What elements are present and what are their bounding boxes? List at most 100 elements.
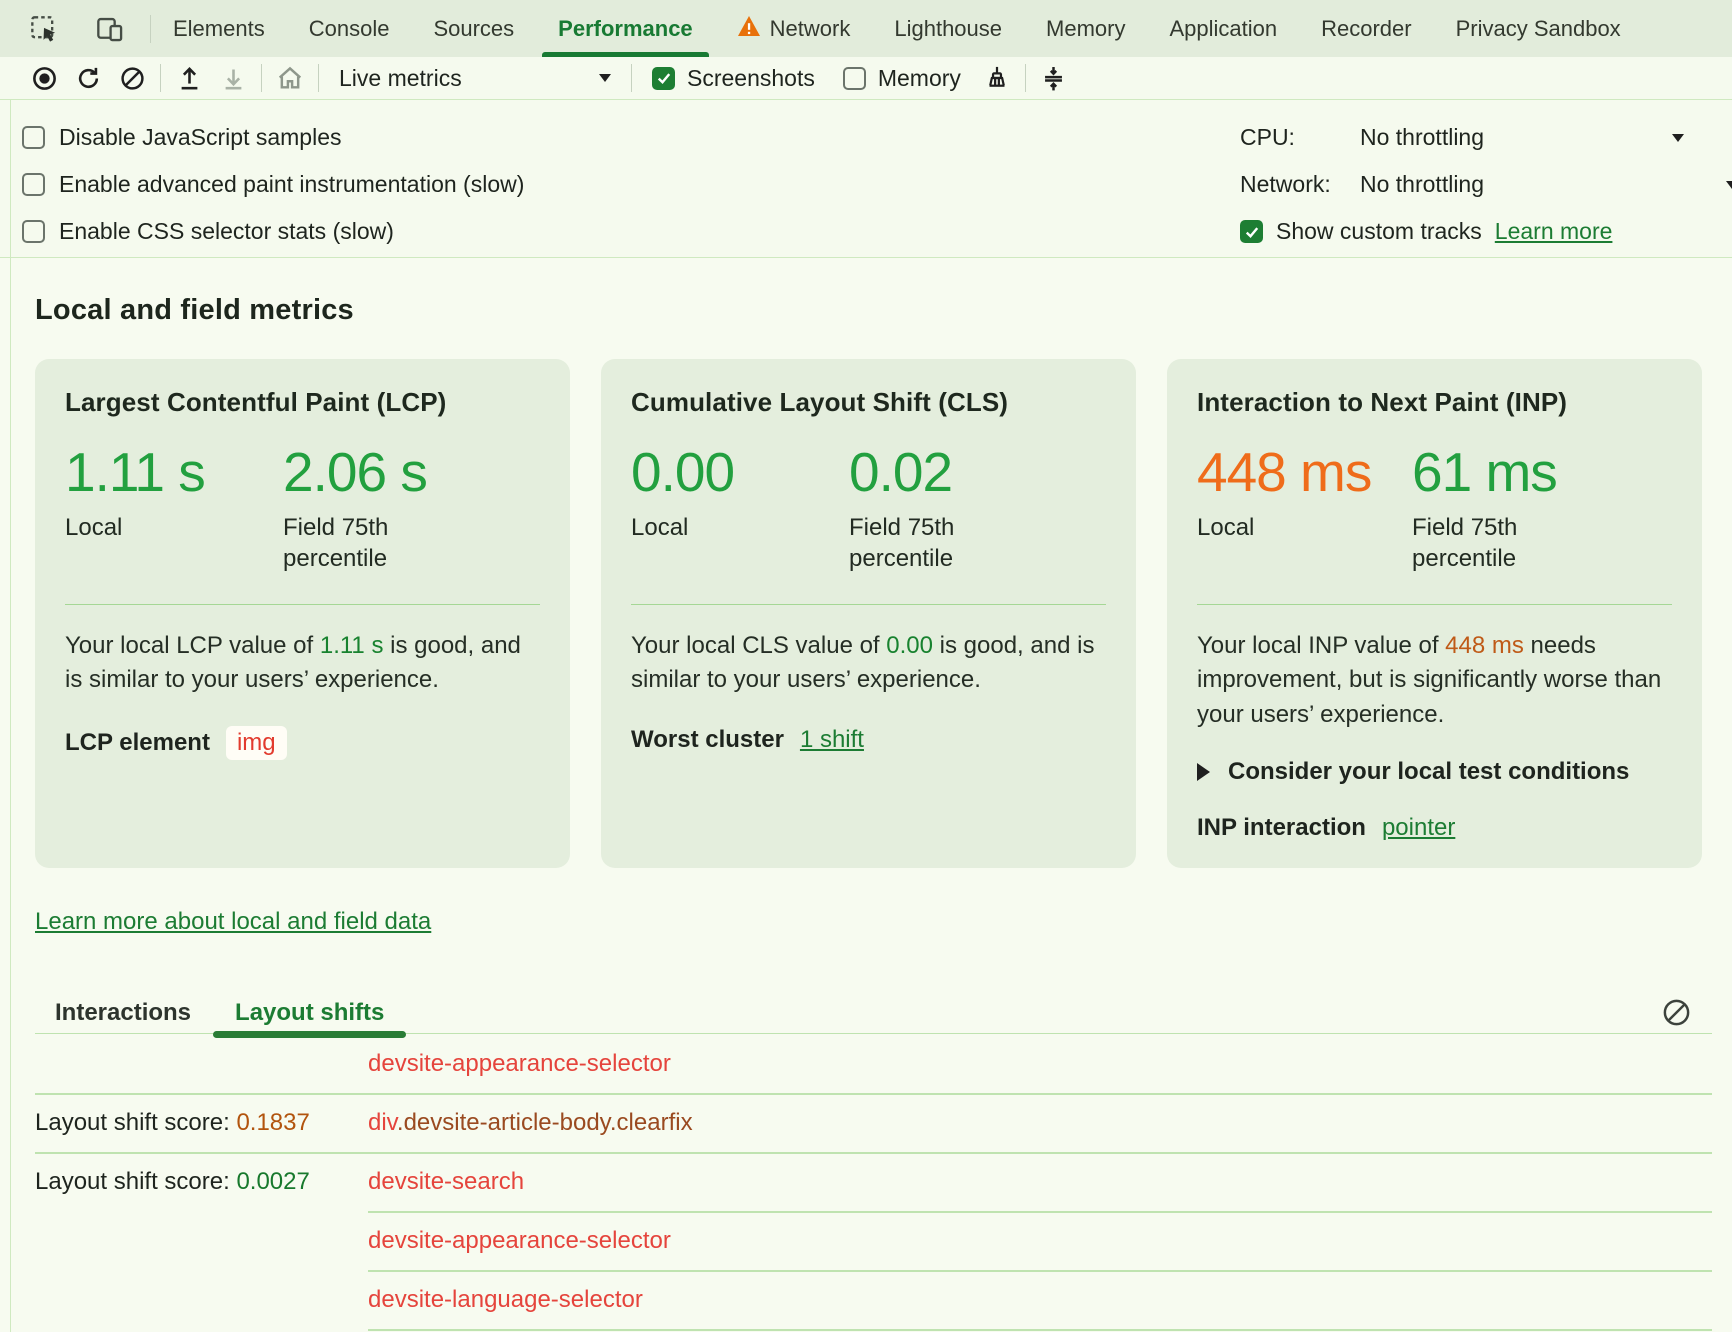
record-icon[interactable] — [22, 60, 66, 96]
chevron-down-icon — [1672, 134, 1684, 142]
clear-log-icon[interactable] — [1661, 997, 1692, 1028]
inp-card-title: Interaction to Next Paint (INP) — [1197, 387, 1672, 418]
divider — [1197, 604, 1672, 605]
divider — [160, 64, 161, 92]
screenshots-checkbox[interactable] — [652, 67, 675, 90]
shift-node-link[interactable]: devsite-search — [368, 1168, 1712, 1196]
lcp-description: Your local LCP value of 1.11 s is good, … — [65, 629, 540, 698]
row-separator — [368, 1329, 1712, 1331]
clear-icon[interactable] — [110, 60, 154, 96]
tab-elements[interactable]: Elements — [151, 0, 287, 57]
device-toolbar-icon[interactable] — [88, 11, 132, 47]
tab-memory[interactable]: Memory — [1024, 0, 1147, 57]
divider — [631, 604, 1106, 605]
cpu-label: CPU: — [1240, 124, 1360, 151]
tab-network[interactable]: Network — [715, 0, 873, 57]
network-label: Network: — [1240, 171, 1360, 198]
local-test-conditions-disclosure[interactable]: Consider your local test conditions — [1197, 758, 1672, 786]
memory-checkbox[interactable] — [843, 67, 866, 90]
divider — [65, 604, 540, 605]
inp-card: Interaction to Next Paint (INP) 448 ms L… — [1167, 359, 1702, 868]
inspect-element-icon[interactable] — [22, 11, 66, 47]
page-title: Local and field metrics — [35, 294, 1732, 327]
disable-js-label: Disable JavaScript samples — [59, 124, 342, 151]
divider — [1025, 64, 1026, 92]
inp-interaction-link[interactable]: pointer — [1382, 814, 1455, 842]
row-separator — [368, 1270, 1712, 1272]
lcp-local-value: 1.11 s — [65, 444, 283, 502]
cls-description: Your local CLS value of 0.00 is good, an… — [631, 629, 1106, 698]
show-custom-tracks-label: Show custom tracks — [1276, 218, 1482, 245]
lcp-card: Largest Contentful Paint (LCP) 1.11 s Lo… — [35, 359, 570, 868]
home-icon[interactable] — [268, 60, 312, 96]
inp-local-label: Local — [1197, 512, 1372, 543]
local-field-learn-more-link[interactable]: Learn more about local and field data — [35, 908, 431, 935]
panel-mode-value: Live metrics — [339, 65, 599, 92]
network-throttling-select[interactable]: Network: No throttling — [1240, 161, 1732, 208]
worst-cluster-link[interactable]: 1 shift — [800, 726, 864, 754]
panel-left-border — [10, 100, 11, 1332]
tab-recorder[interactable]: Recorder — [1299, 0, 1433, 57]
shift-node-link[interactable]: devsite-appearance-selector — [368, 1227, 1712, 1255]
metric-cards: Largest Contentful Paint (LCP) 1.11 s Lo… — [35, 359, 1732, 868]
divider — [318, 64, 319, 92]
cls-field-value: 0.02 — [849, 444, 1067, 502]
cls-field-label: Field 75th percentile — [849, 512, 1024, 574]
tab-performance[interactable]: Performance — [536, 0, 715, 57]
css-selector-stats-checkbox[interactable] — [22, 220, 45, 243]
screenshots-checkbox-row[interactable]: Screenshots — [638, 65, 829, 92]
inp-local-value: 448 ms — [1197, 444, 1412, 502]
reload-record-icon[interactable] — [66, 60, 110, 96]
divider — [261, 64, 262, 92]
tab-lighthouse[interactable]: Lighthouse — [872, 0, 1024, 57]
cls-local-value: 0.00 — [631, 444, 849, 502]
list-item: devsite-appearance-selector — [35, 1211, 1712, 1270]
cpu-value: No throttling — [1360, 124, 1484, 151]
warning-icon — [737, 15, 761, 43]
lcp-field-value: 2.06 s — [283, 444, 501, 502]
lcp-element-node-link[interactable]: img — [226, 726, 287, 760]
cls-card: Cumulative Layout Shift (CLS) 0.00 Local… — [601, 359, 1136, 868]
save-profile-icon[interactable] — [211, 60, 255, 96]
custom-tracks-learn-more-link[interactable]: Learn more — [1495, 218, 1613, 245]
disable-js-checkbox[interactable] — [22, 126, 45, 149]
lcp-local-label: Local — [65, 512, 240, 543]
tab-layout-shifts[interactable]: Layout shifts — [235, 992, 384, 1034]
cls-local-label: Local — [631, 512, 806, 543]
chevron-down-icon — [1726, 181, 1732, 189]
tab-application[interactable]: Application — [1147, 0, 1299, 57]
worst-cluster-label: Worst cluster — [631, 726, 784, 754]
tab-sources[interactable]: Sources — [411, 0, 536, 57]
shift-node-link[interactable]: devsite-language-selector — [368, 1286, 1712, 1314]
shift-score: Layout shift score: 0.0027 — [35, 1168, 368, 1196]
shift-score: Layout shift score: 0.1837 — [35, 1109, 368, 1137]
show-custom-tracks-checkbox[interactable] — [1240, 220, 1263, 243]
row-separator — [368, 1211, 1712, 1213]
row-separator — [35, 1093, 1712, 1095]
advanced-paint-checkbox[interactable] — [22, 173, 45, 196]
memory-checkbox-row[interactable]: Memory — [829, 65, 975, 92]
triangle-right-icon — [1197, 763, 1210, 781]
network-value: No throttling — [1360, 171, 1484, 198]
devtools-tabstrip: Elements Console Sources Performance Net… — [0, 0, 1732, 57]
divider — [631, 64, 632, 92]
list-item: Layout shift score: 0.0027 devsite-searc… — [35, 1152, 1712, 1211]
memory-label: Memory — [878, 65, 961, 92]
chevron-down-icon — [599, 74, 611, 82]
shift-node-link[interactable]: devsite-appearance-selector — [368, 1050, 1712, 1078]
shift-node-link[interactable]: div.devsite-article-body.clearfix — [368, 1109, 1712, 1137]
capture-settings: Disable JavaScript samples Enable advanc… — [0, 100, 1732, 257]
inp-field-value: 61 ms — [1412, 444, 1630, 502]
screenshots-label: Screenshots — [687, 65, 815, 92]
collapse-icon[interactable] — [1032, 60, 1076, 96]
log-tabbar: Interactions Layout shifts — [35, 992, 1712, 1034]
panel-mode-select[interactable]: Live metrics — [325, 65, 625, 92]
tab-interactions[interactable]: Interactions — [55, 992, 191, 1034]
load-profile-icon[interactable] — [167, 60, 211, 96]
row-separator — [35, 1152, 1712, 1154]
advanced-paint-label: Enable advanced paint instrumentation (s… — [59, 171, 524, 198]
tab-console[interactable]: Console — [287, 0, 412, 57]
gc-brush-icon[interactable] — [975, 60, 1019, 96]
tab-privacy-sandbox[interactable]: Privacy Sandbox — [1434, 0, 1643, 57]
cpu-throttling-select[interactable]: CPU: No throttling — [1240, 114, 1732, 161]
